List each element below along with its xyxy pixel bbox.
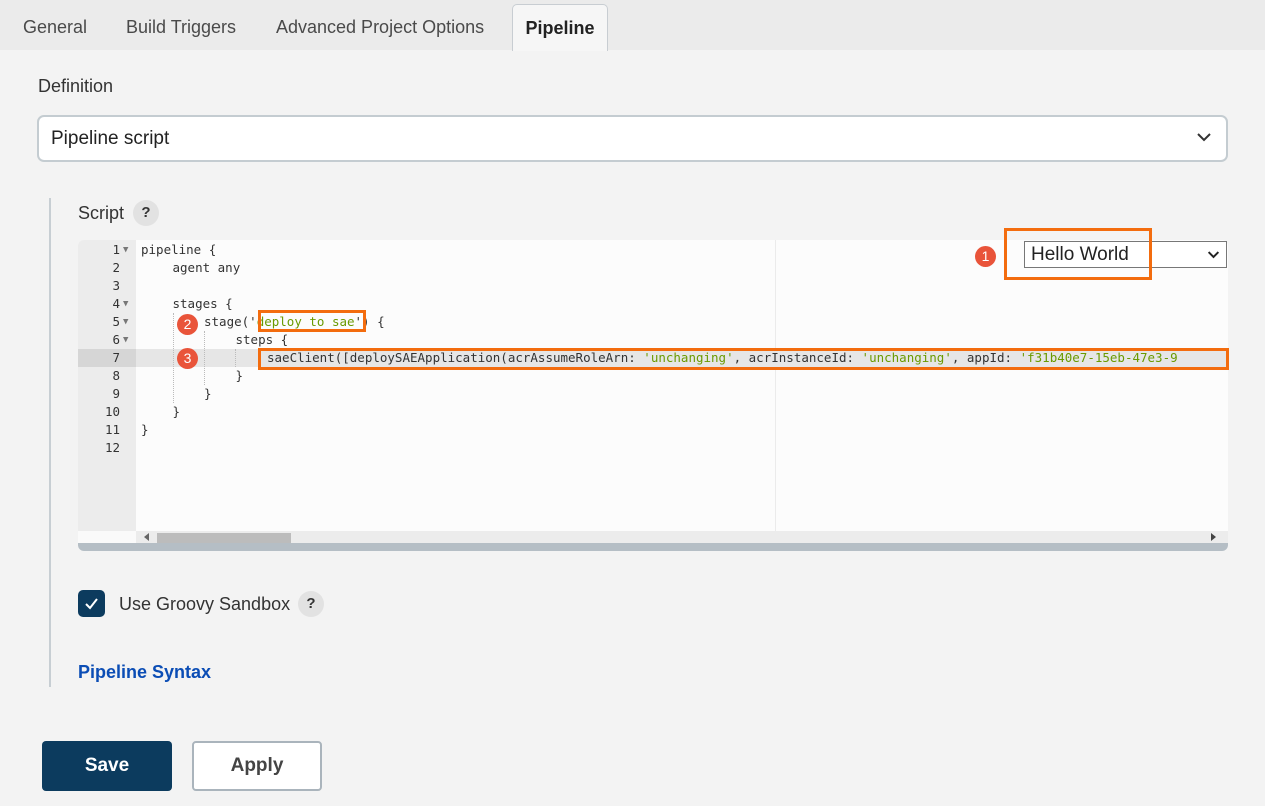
groovy-sandbox-label: Use Groovy Sandbox	[119, 594, 291, 614]
line-number: 6	[112, 332, 120, 347]
config-tab-bar: General Build Triggers Advanced Project …	[0, 0, 1265, 51]
chevron-down-icon	[1197, 133, 1211, 142]
code-token: stage('	[204, 314, 257, 329]
code-line: 4 ▼ stages {	[78, 295, 1228, 313]
code-line: 9}	[78, 385, 1228, 403]
fold-toggle-icon[interactable]: ▼	[123, 241, 128, 259]
code-line: 5 ▼ stage('deploy to sae') {	[78, 313, 1228, 331]
code-text: }	[141, 421, 149, 439]
code-token: }	[204, 386, 212, 401]
code-token: agent any	[172, 260, 241, 275]
tab-pipeline[interactable]: Pipeline	[512, 4, 608, 51]
editor-bottom-bar	[78, 543, 1228, 551]
script-editor[interactable]: 1 ▼ pipeline {2 agent any 3 4 ▼ stages {5 ▼ stage…	[78, 240, 1228, 551]
annotation-badge-3: 3	[177, 348, 198, 369]
line-number: 12	[104, 440, 120, 455]
script-label: Script	[78, 203, 125, 223]
line-number: 3	[112, 278, 120, 293]
line-number: 1	[112, 242, 120, 257]
pipeline-syntax-link[interactable]: Pipeline Syntax	[78, 662, 211, 683]
groovy-sandbox-checkbox[interactable]	[78, 590, 105, 617]
code-token: steps {	[235, 332, 289, 347]
code-text: steps {	[236, 331, 289, 349]
annotation-badge-1: 1	[975, 246, 996, 267]
annotation-box-3	[258, 348, 1229, 370]
scroll-right-icon[interactable]	[1211, 533, 1216, 541]
definition-label: Definition	[38, 76, 114, 96]
definition-selected-value: Pipeline script	[51, 128, 170, 149]
line-number: 2	[112, 260, 120, 275]
code-text: }	[173, 403, 181, 421]
code-text: agent any	[173, 259, 241, 277]
checkmark-icon	[85, 598, 98, 610]
annotation-box-1	[1004, 228, 1152, 280]
line-number: 5	[112, 314, 120, 329]
code-text: }	[204, 385, 212, 403]
line-number: 9	[112, 386, 120, 401]
apply-button[interactable]: Apply	[192, 741, 322, 791]
line-number: 8	[112, 368, 120, 383]
save-button[interactable]: Save	[42, 741, 172, 791]
code-token: }	[141, 422, 149, 437]
section-indent-line	[49, 198, 51, 687]
chevron-down-icon	[1207, 251, 1220, 259]
sandbox-help-icon[interactable]: ?	[298, 591, 324, 617]
scroll-left-icon[interactable]	[144, 533, 149, 541]
tab-general[interactable]: General	[13, 0, 97, 50]
code-line: 12	[78, 439, 1228, 457]
line-number: 10	[104, 404, 120, 419]
script-help-icon[interactable]: ?	[133, 200, 159, 226]
annotation-box-2	[258, 310, 366, 332]
fold-toggle-icon[interactable]: ▼	[123, 313, 128, 331]
fold-toggle-icon[interactable]: ▼	[123, 295, 128, 313]
code-line: 6 ▼ steps {	[78, 331, 1228, 349]
code-text: }	[236, 367, 244, 385]
line-number: 7	[112, 350, 120, 365]
annotation-badge-2: 2	[177, 314, 198, 335]
definition-select[interactable]: Pipeline script	[37, 115, 1228, 162]
code-token: }	[172, 404, 181, 419]
code-token: }	[235, 368, 244, 383]
code-token: pipeline {	[141, 242, 217, 257]
line-number: 4	[112, 296, 120, 311]
line-number: 11	[104, 422, 120, 437]
code-token: stages {	[172, 296, 233, 311]
fold-toggle-icon[interactable]: ▼	[123, 331, 128, 349]
code-text: stages {	[173, 295, 233, 313]
tab-build-triggers[interactable]: Build Triggers	[116, 0, 246, 50]
code-line: 11}	[78, 421, 1228, 439]
horizontal-scrollbar[interactable]	[136, 531, 1228, 549]
code-line: 10}	[78, 403, 1228, 421]
tab-advanced-project-options[interactable]: Advanced Project Options	[266, 0, 494, 50]
code-text: pipeline {	[141, 241, 216, 259]
